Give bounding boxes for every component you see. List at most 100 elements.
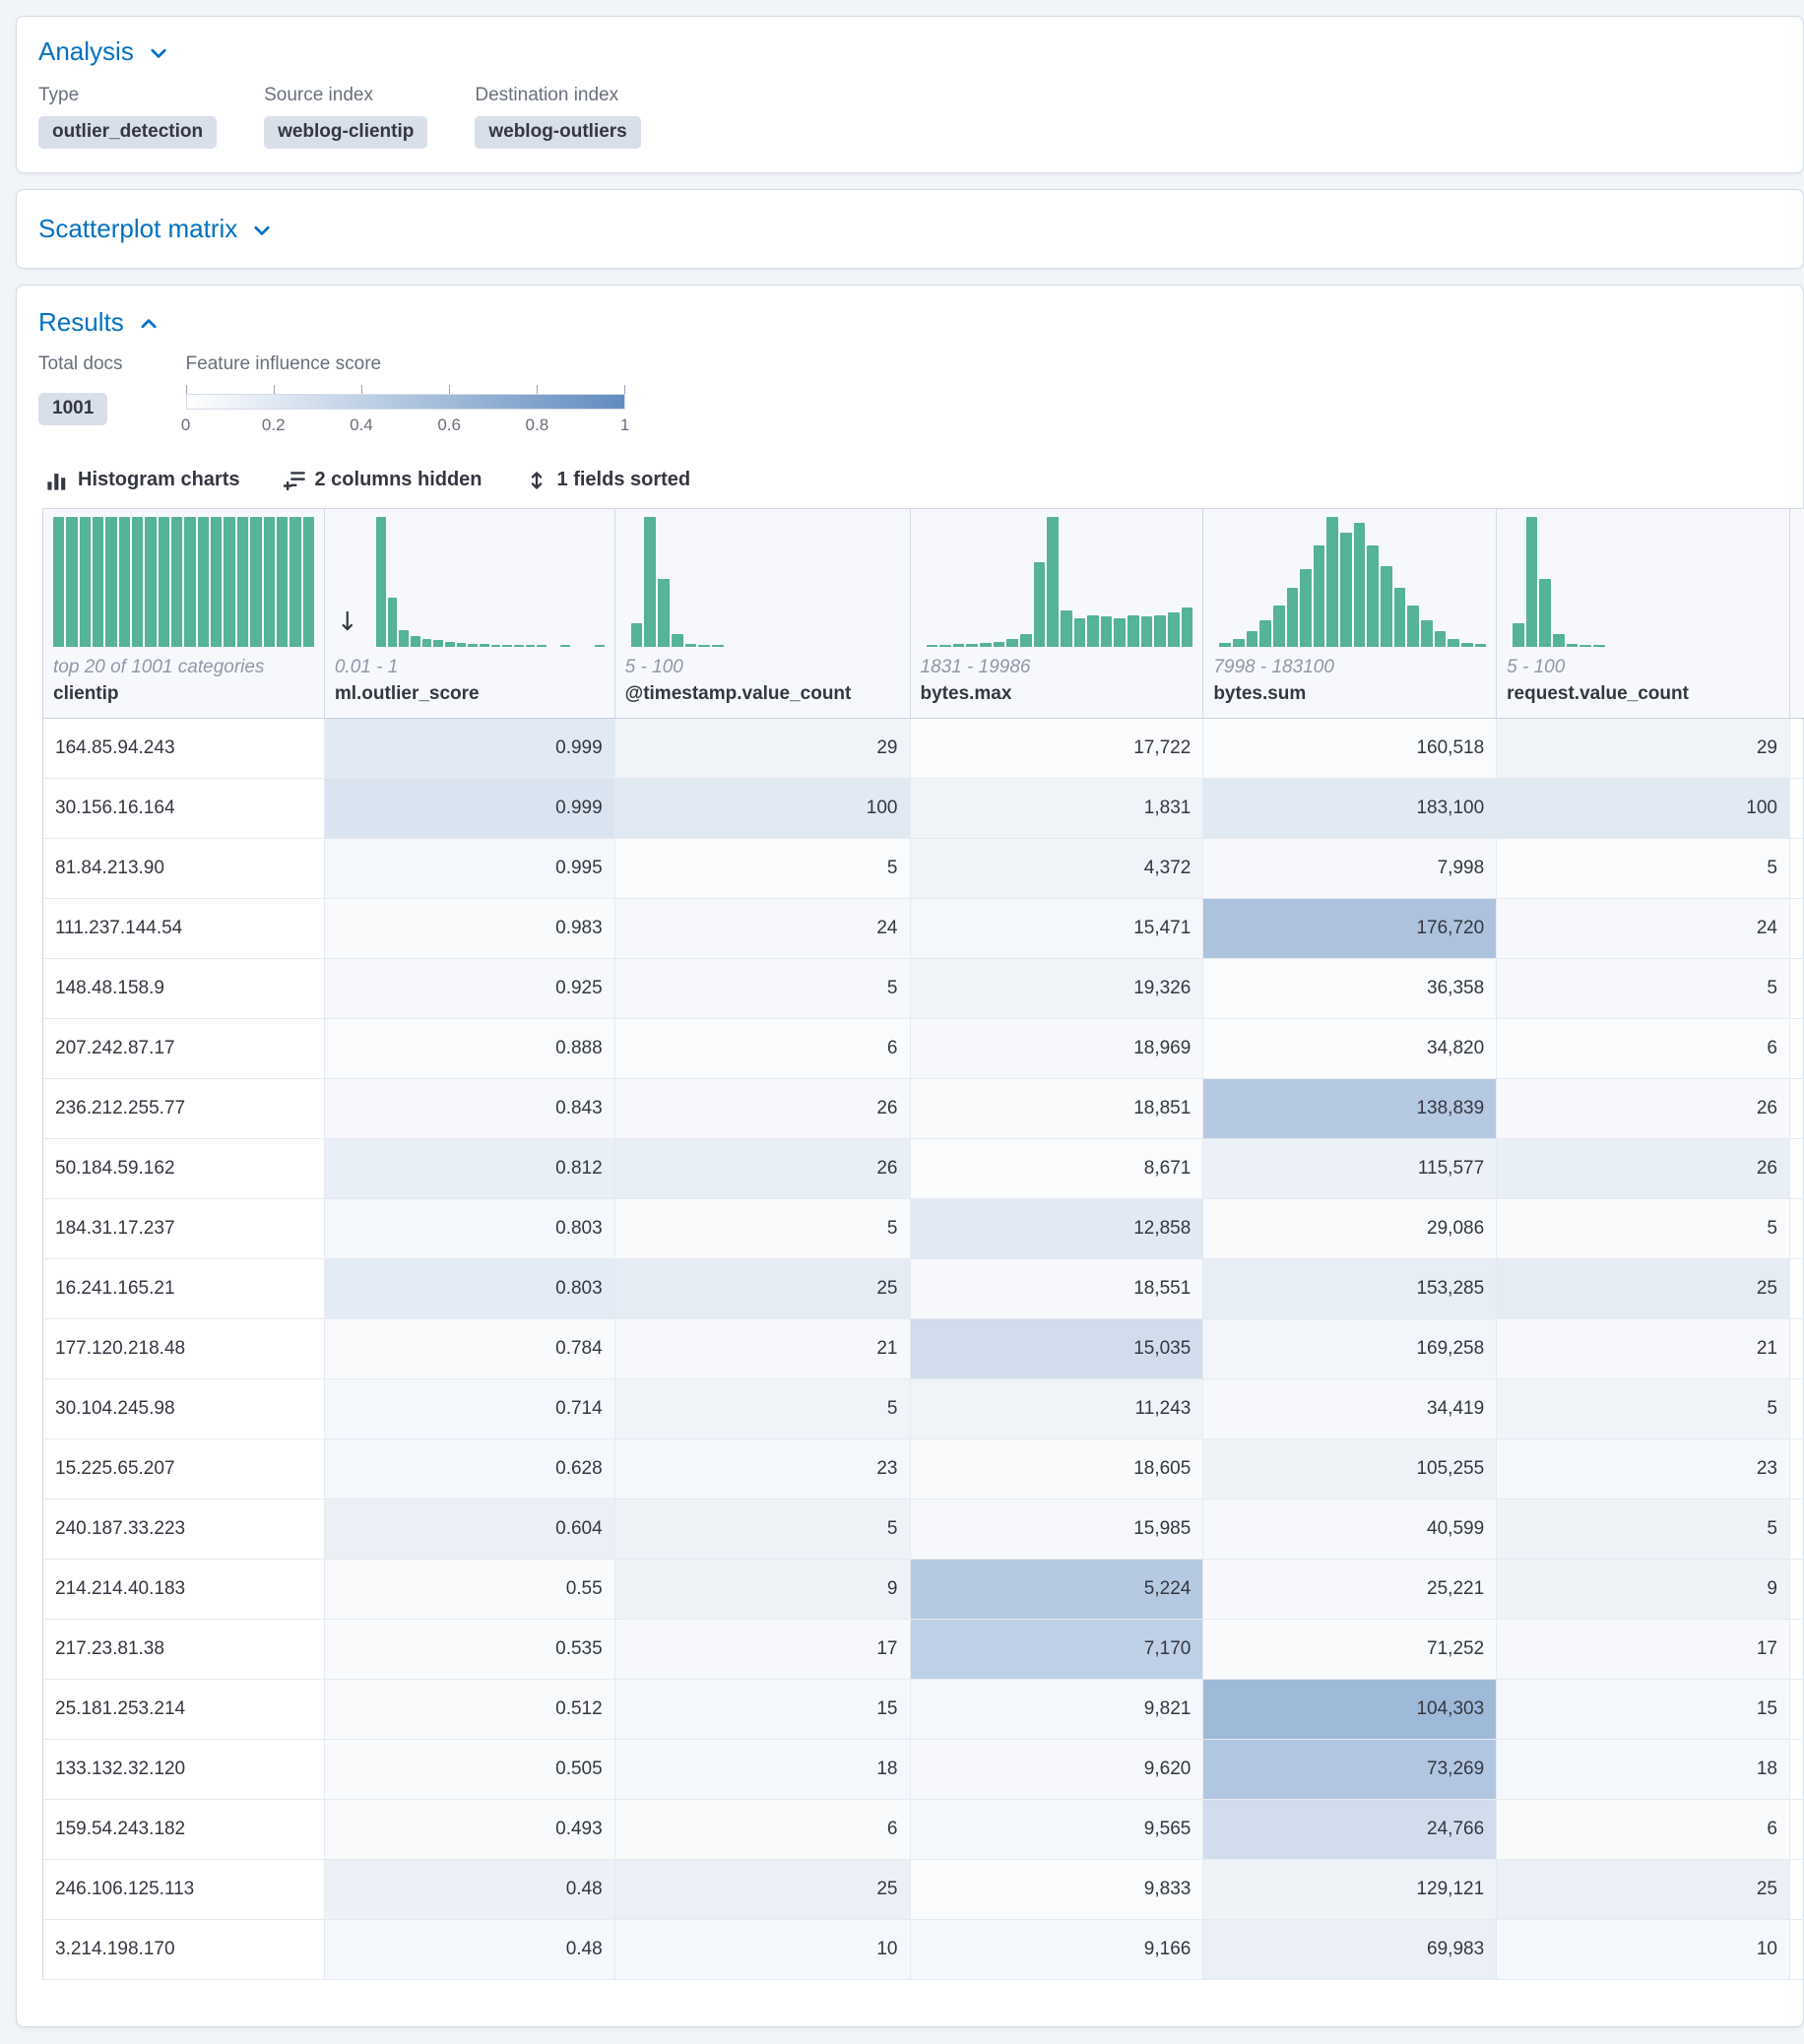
- cell-clientip[interactable]: 164.85.94.243: [43, 719, 325, 779]
- cell-ml.outlier_score[interactable]: 0.493: [325, 1800, 615, 1860]
- cell-ml.outlier_score[interactable]: 0.535: [325, 1620, 615, 1680]
- cell-ml.outlier_score[interactable]: 0.48: [325, 1920, 615, 1980]
- cell-@timestamp.value_count[interactable]: 25: [615, 1259, 911, 1319]
- cell-request.value_count[interactable]: 5: [1497, 1500, 1790, 1560]
- cell-@timestamp.value_count[interactable]: 21: [615, 1319, 911, 1379]
- cell-request.value_count[interactable]: 6: [1497, 1800, 1790, 1860]
- cell-ml.outlier_score[interactable]: 0.55: [325, 1560, 615, 1620]
- cell-bytes.max[interactable]: 9,565: [911, 1800, 1204, 1860]
- cell-bytes.sum[interactable]: 34,419: [1203, 1379, 1497, 1439]
- cell-request.value_count[interactable]: 25: [1497, 1259, 1790, 1319]
- cell-bytes.sum[interactable]: 40,599: [1203, 1500, 1497, 1560]
- cell-clientip[interactable]: 246.106.125.113: [43, 1860, 325, 1920]
- cell-clientip[interactable]: 159.54.243.182: [43, 1800, 325, 1860]
- cell-bytes.max[interactable]: 19,326: [911, 959, 1204, 1019]
- cell-clientip[interactable]: 184.31.17.237: [43, 1199, 325, 1259]
- cell-clientip[interactable]: 217.23.81.38: [43, 1620, 325, 1680]
- cell-bytes.max[interactable]: 1,831: [911, 779, 1204, 839]
- cell-clientip[interactable]: 133.132.32.120: [43, 1740, 325, 1800]
- cell-clientip[interactable]: 50.184.59.162: [43, 1139, 325, 1199]
- cell-ml.outlier_score[interactable]: 0.628: [325, 1439, 615, 1500]
- cell-@timestamp.value_count[interactable]: 29: [615, 719, 911, 779]
- cell-bytes.max[interactable]: 4,372: [911, 839, 1204, 899]
- cell-bytes.max[interactable]: 8,671: [911, 1139, 1204, 1199]
- cell-@timestamp.value_count[interactable]: 26: [615, 1079, 911, 1139]
- cell-ml.outlier_score[interactable]: 0.604: [325, 1500, 615, 1560]
- cell-clientip[interactable]: 240.187.33.223: [43, 1500, 325, 1560]
- cell-ml.outlier_score[interactable]: 0.714: [325, 1379, 615, 1439]
- cell-@timestamp.value_count[interactable]: 26: [615, 1139, 911, 1199]
- scatterplot-collapse-toggle[interactable]: Scatterplot matrix: [38, 214, 1781, 244]
- cell-ml.outlier_score[interactable]: 0.843: [325, 1079, 615, 1139]
- cell-bytes.max[interactable]: 18,605: [911, 1439, 1204, 1500]
- cell-bytes.sum[interactable]: 24,766: [1203, 1800, 1497, 1860]
- cell-@timestamp.value_count[interactable]: 17: [615, 1620, 911, 1680]
- cell-clientip[interactable]: 3.214.198.170: [43, 1920, 325, 1980]
- cell-ml.outlier_score[interactable]: 0.784: [325, 1319, 615, 1379]
- cell-ml.outlier_score[interactable]: 0.995: [325, 839, 615, 899]
- cell-request.value_count[interactable]: 25: [1497, 1860, 1790, 1920]
- cell-clientip[interactable]: 30.104.245.98: [43, 1379, 325, 1439]
- columns-hidden-button[interactable]: 2 columns hidden: [284, 469, 483, 491]
- cell-@timestamp.value_count[interactable]: 5: [615, 1500, 911, 1560]
- cell-request.value_count[interactable]: 5: [1497, 1199, 1790, 1259]
- cell-request.value_count[interactable]: 15: [1497, 1680, 1790, 1740]
- cell-ml.outlier_score[interactable]: 0.983: [325, 899, 615, 959]
- analysis-collapse-toggle[interactable]: Analysis: [38, 36, 1781, 67]
- cell-bytes.max[interactable]: 18,551: [911, 1259, 1204, 1319]
- cell-bytes.max[interactable]: 15,471: [911, 899, 1204, 959]
- cell-bytes.max[interactable]: 9,166: [911, 1920, 1204, 1980]
- cell-ml.outlier_score[interactable]: 0.803: [325, 1199, 615, 1259]
- cell-bytes.sum[interactable]: 105,255: [1203, 1439, 1497, 1500]
- cell-bytes.max[interactable]: 18,969: [911, 1019, 1204, 1079]
- cell-@timestamp.value_count[interactable]: 5: [615, 1379, 911, 1439]
- cell-request.value_count[interactable]: 26: [1497, 1079, 1790, 1139]
- cell-@timestamp.value_count[interactable]: 15: [615, 1680, 911, 1740]
- cell-clientip[interactable]: 236.212.255.77: [43, 1079, 325, 1139]
- cell-bytes.sum[interactable]: 104,303: [1203, 1680, 1497, 1740]
- fields-sorted-button[interactable]: 1 fields sorted: [526, 469, 691, 491]
- cell-@timestamp.value_count[interactable]: 25: [615, 1860, 911, 1920]
- cell-clientip[interactable]: 148.48.158.9: [43, 959, 325, 1019]
- cell-clientip[interactable]: 111.237.144.54: [43, 899, 325, 959]
- cell-bytes.sum[interactable]: 129,121: [1203, 1860, 1497, 1920]
- cell-bytes.sum[interactable]: 71,252: [1203, 1620, 1497, 1680]
- cell-@timestamp.value_count[interactable]: 18: [615, 1740, 911, 1800]
- cell-@timestamp.value_count[interactable]: 9: [615, 1560, 911, 1620]
- cell-bytes.max[interactable]: 9,833: [911, 1860, 1204, 1920]
- column-header-@timestamp.value_count[interactable]: 5 - 100@timestamp.value_count: [615, 509, 911, 718]
- column-header-bytes.sum[interactable]: 7998 - 183100bytes.sum: [1203, 509, 1497, 718]
- cell-request.value_count[interactable]: 5: [1497, 959, 1790, 1019]
- cell-bytes.sum[interactable]: 169,258: [1203, 1319, 1497, 1379]
- cell-ml.outlier_score[interactable]: 0.512: [325, 1680, 615, 1740]
- cell-bytes.sum[interactable]: 36,358: [1203, 959, 1497, 1019]
- cell-@timestamp.value_count[interactable]: 5: [615, 959, 911, 1019]
- cell-request.value_count[interactable]: 21: [1497, 1319, 1790, 1379]
- cell-request.value_count[interactable]: 17: [1497, 1620, 1790, 1680]
- cell-ml.outlier_score[interactable]: 0.48: [325, 1860, 615, 1920]
- cell-@timestamp.value_count[interactable]: 100: [615, 779, 911, 839]
- cell-ml.outlier_score[interactable]: 0.505: [325, 1740, 615, 1800]
- cell-bytes.sum[interactable]: 176,720: [1203, 899, 1497, 959]
- cell-bytes.sum[interactable]: 115,577: [1203, 1139, 1497, 1199]
- cell-@timestamp.value_count[interactable]: 10: [615, 1920, 911, 1980]
- cell-request.value_count[interactable]: 6: [1497, 1019, 1790, 1079]
- cell-ml.outlier_score[interactable]: 0.803: [325, 1259, 615, 1319]
- cell-bytes.max[interactable]: 9,821: [911, 1680, 1204, 1740]
- cell-@timestamp.value_count[interactable]: 6: [615, 1019, 911, 1079]
- cell-clientip[interactable]: 177.120.218.48: [43, 1319, 325, 1379]
- cell-request.value_count[interactable]: 24: [1497, 899, 1790, 959]
- cell-request.value_count[interactable]: 18: [1497, 1740, 1790, 1800]
- cell-bytes.max[interactable]: 15,985: [911, 1500, 1204, 1560]
- cell-request.value_count[interactable]: 9: [1497, 1560, 1790, 1620]
- cell-clientip[interactable]: 16.241.165.21: [43, 1259, 325, 1319]
- cell-bytes.max[interactable]: 17,722: [911, 719, 1204, 779]
- cell-bytes.max[interactable]: 11,243: [911, 1379, 1204, 1439]
- histogram-charts-button[interactable]: Histogram charts: [46, 469, 240, 491]
- cell-bytes.sum[interactable]: 25,221: [1203, 1560, 1497, 1620]
- cell-clientip[interactable]: 81.84.213.90: [43, 839, 325, 899]
- cell-clientip[interactable]: 214.214.40.183: [43, 1560, 325, 1620]
- column-header-ml.outlier_score[interactable]: ↓0.01 - 1ml.outlier_score: [325, 509, 615, 718]
- cell-clientip[interactable]: 207.242.87.17: [43, 1019, 325, 1079]
- cell-bytes.max[interactable]: 9,620: [911, 1740, 1204, 1800]
